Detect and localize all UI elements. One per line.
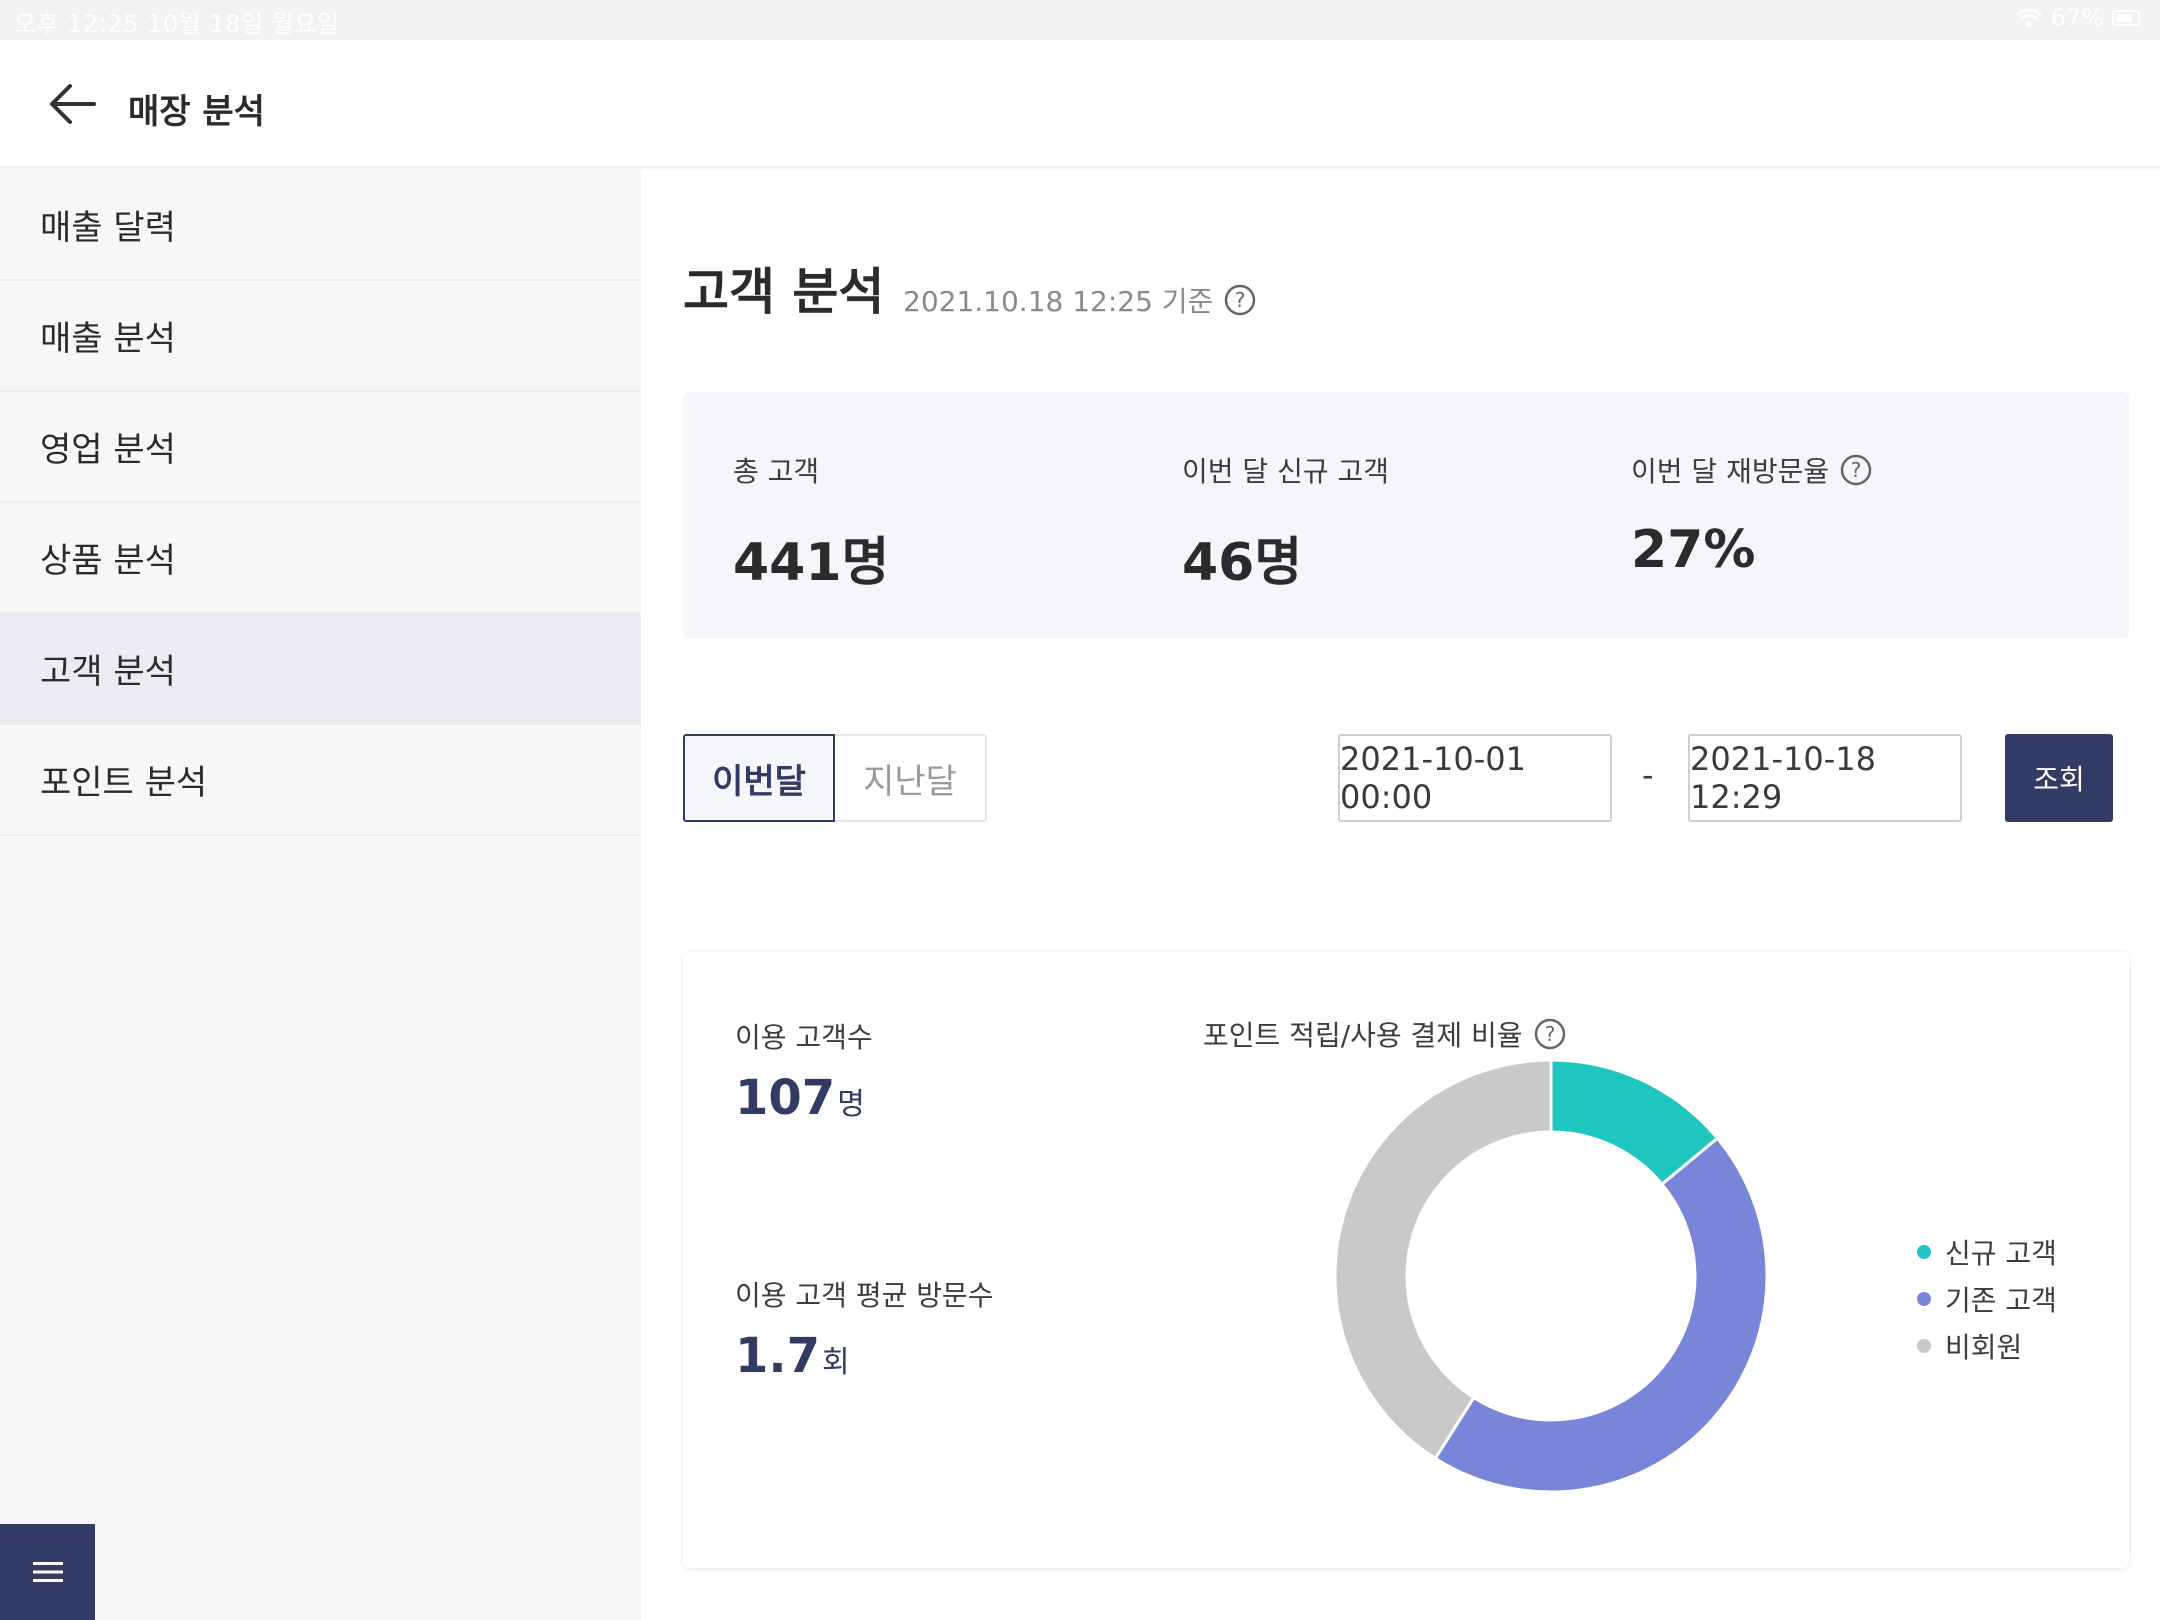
svg-text:?: ? [1235,288,1246,312]
legend-label-new: 신규 고객 [1945,1236,2057,1270]
sidebar-item-sales-analysis[interactable]: 매출 분석 [0,281,641,392]
customer-stats-panel: 이용 고객수 107명 이용 고객 평균 방문수 1.7회 포인트 적립/사용 … [683,952,2129,1568]
summary-box: 총 고객 441명 이번 달 신규 고객 46명 이번 달 재방문율 ? 27% [683,392,2129,638]
legend-item-nonmember: 비회원 [1917,1322,2057,1369]
main-content: 고객 분석 2021.10.18 12:25 기준 ? 총 고객 441명 이번… [641,170,2160,1620]
avg-visits-number: 1.7 [735,1328,821,1384]
date-range-dash: - [1642,756,1654,794]
timestamp: 2021.10.18 12:25 기준 ? [903,280,1257,320]
end-date-input[interactable]: 2021-10-18 12:29 [1688,734,1962,822]
avg-visits-label: 이용 고객 평균 방문수 [735,1279,994,1312]
summary-value: 27% [1631,520,1756,580]
sidebar: 매출 달력 매출 분석 영업 분석 상품 분석 고객 분석 포인트 분석 [0,170,641,1620]
last-month-button[interactable]: 지난달 [835,734,987,822]
summary-label: 이번 달 재방문율 [1631,455,1830,488]
app-header: 매장 분석 [0,40,2160,168]
users-count-value: 107명 [735,1070,865,1126]
chart-title: 포인트 적립/사용 결제 비율 [1203,1019,1523,1052]
hamburger-menu-icon [32,1562,63,1582]
status-bar: 오후 12:25 10월 18일 월요일 67% [0,0,2160,40]
header-title: 매장 분석 [128,92,265,132]
donut-slice-existing [1433,1136,1769,1494]
summary-label: 이번 달 신규 고객 [1182,455,1390,488]
start-date-input[interactable]: 2021-10-01 00:00 [1338,734,1612,822]
legend-dot-nonmember [1917,1338,1931,1353]
help-icon[interactable]: ? [1839,453,1873,487]
summary-label: 총 고객 [733,455,820,488]
chart-title-row: 포인트 적립/사용 결제 비율 ? [1203,1014,1567,1054]
period-toggle: 이번달 지난달 [683,734,987,822]
help-icon[interactable]: ? [1223,283,1257,317]
users-count-unit: 명 [837,1087,865,1122]
sidebar-item-sales-calendar[interactable]: 매출 달력 [0,170,641,281]
summary-revisit-rate: 이번 달 재방문율 ? 27% [1631,450,1873,580]
svg-text:?: ? [1544,1022,1555,1046]
sidebar-item-point-analysis[interactable]: 포인트 분석 [0,725,641,836]
donut-slice-nonmember [1333,1058,1553,1461]
menu-button[interactable] [0,1524,95,1620]
battery-icon [2112,10,2140,26]
summary-value: 441명 [733,533,890,593]
summary-new-customers: 이번 달 신규 고객 46명 [1182,450,1389,595]
legend-item-new: 신규 고객 [1917,1228,2057,1275]
legend-dot-new [1917,1244,1931,1259]
summary-total-customers: 총 고객 441명 [733,450,889,595]
back-button[interactable] [44,78,100,130]
users-count-number: 107 [735,1070,836,1126]
legend-item-existing: 기존 고객 [1917,1275,2057,1322]
summary-label-row: 이번 달 재방문율 ? [1631,450,1873,490]
sidebar-item-customer-analysis[interactable]: 고객 분석 [0,614,641,725]
battery-percent: 67% [2050,4,2104,32]
arrow-left-icon [50,84,96,124]
users-count-label: 이용 고객수 [735,1021,873,1054]
summary-value: 46명 [1182,533,1303,593]
this-month-button[interactable]: 이번달 [683,734,835,822]
legend-label-nonmember: 비회원 [1945,1330,2023,1364]
avg-visits-value: 1.7회 [735,1328,850,1384]
sidebar-item-business-analysis[interactable]: 영업 분석 [0,392,641,503]
chart-legend: 신규 고객 기존 고객 비회원 [1917,1228,2057,1369]
help-icon[interactable]: ? [1533,1017,1567,1051]
avg-visits-unit: 회 [822,1345,850,1380]
search-button[interactable]: 조회 [2005,734,2113,822]
wifi-icon [2015,8,2042,27]
svg-text:?: ? [1851,458,1862,482]
legend-label-existing: 기존 고객 [1945,1283,2057,1317]
sidebar-item-product-analysis[interactable]: 상품 분석 [0,503,641,614]
page-title: 고객 분석 [683,263,885,321]
status-time-date: 오후 12:25 10월 18일 월요일 [14,10,340,38]
legend-dot-existing [1917,1291,1931,1306]
donut-chart [1333,1058,1769,1494]
timestamp-text: 2021.10.18 12:25 기준 [903,285,1214,318]
